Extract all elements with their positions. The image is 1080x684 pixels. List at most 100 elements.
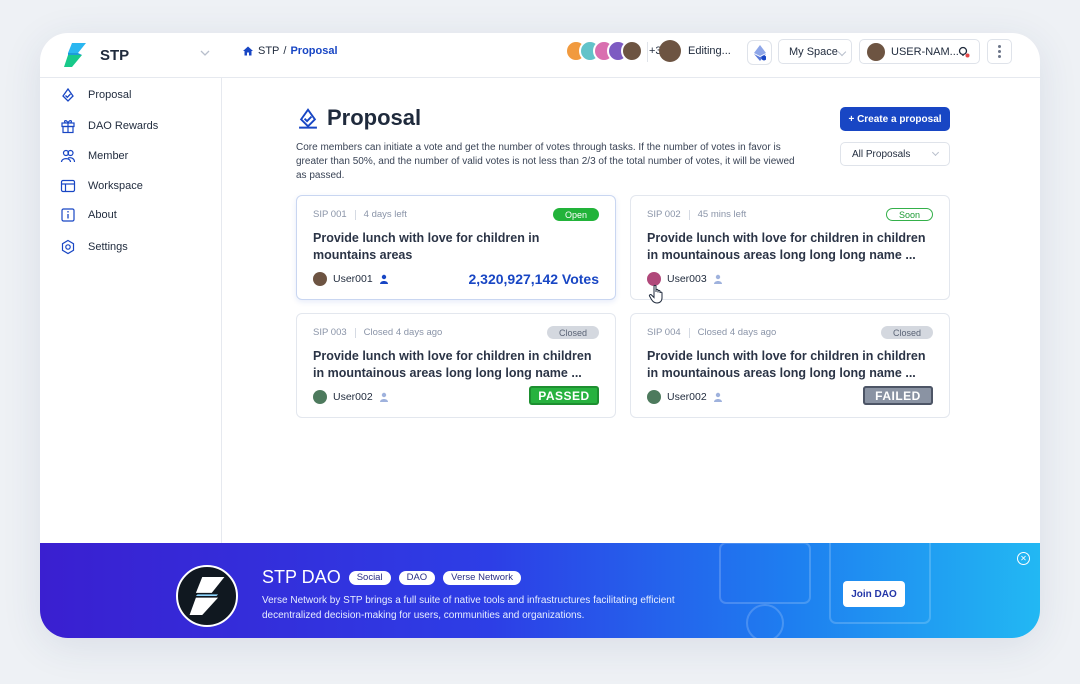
- home-icon[interactable]: [242, 45, 254, 57]
- chevron-down-icon: [931, 148, 940, 157]
- status-badge: Soon: [885, 208, 933, 221]
- proposal-card[interactable]: SIP 004 Closed 4 days ago Closed Provide…: [630, 313, 950, 418]
- sidebar-item-label: DAO Rewards: [88, 120, 159, 132]
- proposal-card[interactable]: SIP 002 45 mins left Soon Provide lunch …: [630, 195, 950, 300]
- main-content: Proposal + Create a proposal Core member…: [222, 78, 1040, 543]
- person-icon: [713, 392, 722, 402]
- banner-title: STP DAO Social DAO Verse Network: [262, 567, 521, 588]
- network-button[interactable]: [747, 40, 772, 65]
- sidebar-item-label: Settings: [88, 241, 128, 253]
- workspace-icon: [60, 179, 76, 193]
- sidebar-item-label: Member: [88, 150, 129, 162]
- proposal-icon: [62, 87, 74, 102]
- tag-dao: DAO: [398, 570, 436, 585]
- proposal-icon: [299, 108, 317, 129]
- info-icon: [61, 208, 75, 222]
- proposal-author[interactable]: User001: [313, 272, 389, 286]
- space-select[interactable]: My Space: [778, 39, 852, 64]
- tag-social: Social: [348, 570, 391, 585]
- person-icon: [379, 392, 388, 402]
- page-title-text: Proposal: [327, 105, 422, 130]
- sidebar-item-about[interactable]: About: [60, 204, 117, 226]
- proposal-author[interactable]: User002: [313, 390, 389, 404]
- sidebar-item-label: About: [88, 209, 117, 221]
- breadcrumb-separator: /: [283, 45, 287, 57]
- close-icon[interactable]: ✕: [1017, 552, 1030, 565]
- sidebar: Proposal DAO Rewards Member Workspace Ab…: [40, 78, 222, 543]
- brand[interactable]: STP: [64, 40, 129, 70]
- breadcrumb-root[interactable]: STP: [258, 45, 279, 57]
- collaborator-avatars[interactable]: +31: [565, 39, 668, 63]
- avatar: [647, 390, 661, 404]
- divider: [647, 42, 648, 62]
- vote-count: 2,320,927,142 Votes: [468, 271, 599, 287]
- chevron-down-icon[interactable]: [198, 46, 212, 60]
- sidebar-item-settings[interactable]: Settings: [60, 236, 128, 258]
- hand-cursor-icon: [648, 284, 663, 304]
- sidebar-item-member[interactable]: Member: [60, 145, 128, 167]
- proposal-id: SIP 001: [313, 209, 347, 220]
- user-menu-button[interactable]: USER-NAM...: [859, 39, 980, 64]
- proposal-meta: SIP 002 45 mins left: [647, 209, 746, 220]
- dot-icon: [998, 45, 1001, 48]
- sidebar-item-label: Workspace: [88, 180, 143, 192]
- divider: [688, 327, 690, 338]
- banner-title-text: STP DAO: [262, 567, 341, 587]
- result-badge-failed: FAILED: [863, 386, 933, 405]
- stp-logo-icon: [64, 43, 86, 67]
- create-proposal-button[interactable]: + Create a proposal: [840, 107, 950, 131]
- members-icon: [60, 149, 76, 163]
- editing-indicator[interactable]: Editing...: [659, 40, 731, 62]
- proposal-meta: SIP 003 Closed 4 days ago: [313, 327, 442, 338]
- editing-label: Editing...: [688, 45, 731, 57]
- join-dao-button[interactable]: Join DAO: [843, 581, 905, 607]
- user-name: USER-NAM...: [891, 45, 959, 58]
- ethereum-icon: [753, 44, 766, 61]
- status-badge: Closed: [880, 326, 933, 339]
- person-icon: [713, 274, 722, 284]
- proposal-author[interactable]: User002: [647, 390, 723, 404]
- sidebar-item-proposal[interactable]: Proposal: [60, 84, 131, 106]
- proposal-id: SIP 002: [647, 209, 681, 220]
- banner-description: Verse Network by STP brings a full suite…: [262, 595, 675, 621]
- avatar: [313, 390, 327, 404]
- proposal-title: Provide lunch with love for children in …: [313, 349, 592, 380]
- proposal-time: 4 days left: [363, 209, 407, 220]
- proposal-title: Provide lunch with love for children in …: [313, 231, 540, 262]
- app-name: STP: [100, 46, 130, 64]
- notification-icon: [958, 46, 970, 58]
- gear-icon: [61, 239, 75, 255]
- divider: [354, 327, 356, 338]
- author-name: User002: [333, 391, 373, 403]
- avatar: [867, 42, 885, 61]
- more-options-button[interactable]: [987, 39, 1012, 64]
- breadcrumb-current: Proposal: [290, 45, 338, 57]
- proposal-title: Provide lunch with love for children in …: [647, 231, 926, 262]
- filter-label: All Proposals: [852, 148, 911, 160]
- space-label: My Space: [789, 45, 838, 58]
- chevron-down-icon: [837, 47, 847, 57]
- gift-icon: [61, 120, 75, 134]
- proposal-card[interactable]: SIP 003 Closed 4 days ago Closed Provide…: [296, 313, 616, 418]
- tag-verse-network: Verse Network: [443, 570, 521, 585]
- sidebar-item-dao-rewards[interactable]: DAO Rewards: [60, 115, 158, 137]
- proposal-meta: SIP 004 Closed 4 days ago: [647, 327, 776, 338]
- proposal-title: Provide lunch with love for children in …: [647, 349, 926, 380]
- proposal-id: SIP 004: [647, 327, 681, 338]
- divider: [688, 209, 690, 220]
- proposal-card[interactable]: SIP 001 4 days left Open Provide lunch w…: [296, 195, 616, 300]
- stp-dao-logo: [176, 565, 238, 627]
- sidebar-item-workspace[interactable]: Workspace: [60, 175, 143, 197]
- avatar: [659, 40, 681, 62]
- proposal-filter-select[interactable]: All Proposals: [840, 142, 950, 166]
- page-title: Proposal: [297, 105, 421, 131]
- promo-banner: STP DAO Social DAO Verse Network Verse N…: [40, 543, 1040, 638]
- proposal-time: Closed 4 days ago: [697, 327, 777, 338]
- dot-icon: [998, 55, 1001, 58]
- result-badge-passed: PASSED: [529, 386, 599, 405]
- avatar: [621, 40, 643, 62]
- sidebar-item-label: Proposal: [88, 89, 132, 101]
- author-name: User001: [333, 273, 373, 285]
- page-description: Core members can initiate a vote and get…: [296, 142, 795, 181]
- breadcrumb: STP / Proposal: [242, 45, 338, 57]
